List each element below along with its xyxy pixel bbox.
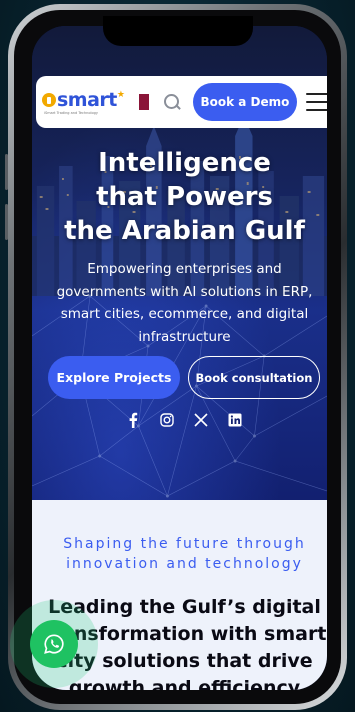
tagline-line: innovation and technology [66,556,303,572]
logo-i-icon [42,93,56,107]
ismart-logo[interactable]: smart ★ iSmart Trading and Technology [42,89,125,115]
hero-subtitle: Empowering enterprises and governments w… [42,258,327,348]
instagram-icon[interactable] [159,412,175,428]
hero-title-line: Intelligence [98,148,271,178]
search-icon[interactable] [163,93,181,111]
volume-button [5,204,8,240]
volume-button [5,154,8,190]
x-icon[interactable] [193,412,209,428]
qatar-flag-icon[interactable] [134,94,149,110]
book-consultation-button[interactable]: Book consultation [188,356,320,399]
book-demo-button[interactable]: Book a Demo [193,83,297,121]
hero-title-line: that Powers [96,182,273,212]
hero-subtitle-line: governments with AI solutions in ERP, [56,283,313,300]
whatsapp-chat-button[interactable] [30,620,78,668]
hero-title: Intelligence that Powers the Arabian Gul… [32,146,327,248]
hero-subtitle-line: smart cities, ecommerce, and digital [60,306,309,322]
social-links [125,412,243,428]
explore-projects-button[interactable]: Explore Projects [48,356,180,399]
phone-screen: smart ★ iSmart Trading and Technology Bo… [32,26,327,690]
hamburger-menu-icon[interactable] [305,93,327,111]
tagline-line: Shaping the future through [63,536,306,552]
logo-subtitle: iSmart Trading and Technology [44,111,98,115]
phone-bezel: smart ★ iSmart Trading and Technology Bo… [14,10,341,704]
logo-text: smart [57,89,117,111]
navbar: smart ★ iSmart Trading and Technology Bo… [36,76,327,128]
hero-subtitle-line: Empowering enterprises and [87,261,282,277]
section-tagline: Shaping the future through innovation an… [32,534,327,574]
hero-section: smart ★ iSmart Trading and Technology Bo… [32,26,327,500]
phone-notch [102,16,253,46]
hero-subtitle-line: infrastructure [138,328,231,345]
linkedin-icon[interactable] [227,412,243,428]
star-icon: ★ [116,90,125,100]
whatsapp-icon [44,634,64,654]
hero-title-line: the Arabian Gulf [64,216,305,246]
facebook-icon[interactable] [125,412,141,428]
